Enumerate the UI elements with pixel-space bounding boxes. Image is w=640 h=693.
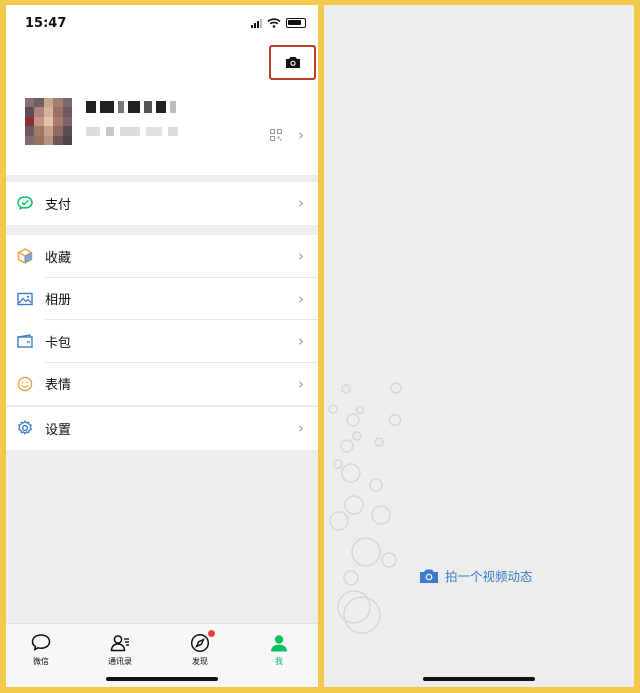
camera-button[interactable] xyxy=(269,45,316,80)
take-video-moment-label: 拍一个视频动态 xyxy=(445,569,533,584)
video-moment-screen: 拍一个视频动态 xyxy=(324,5,634,687)
tab-label: 微信 xyxy=(33,657,49,666)
menu-item-label: 表情 xyxy=(45,378,72,394)
menu-item-favorites[interactable]: 收藏 › xyxy=(6,235,318,278)
home-indicator xyxy=(106,677,218,681)
menu-group-settings: 设置 › xyxy=(6,407,318,450)
tab-label: 通讯录 xyxy=(108,657,132,666)
pay-icon xyxy=(17,196,33,211)
chevron-right-icon: › xyxy=(298,332,304,351)
menu-item-settings[interactable]: 设置 › xyxy=(6,407,318,450)
person-icon xyxy=(271,635,287,652)
profile-header[interactable]: › xyxy=(6,41,318,175)
chevron-right-icon: › xyxy=(298,126,304,144)
status-icons xyxy=(251,18,306,28)
tab-discover[interactable]: 发现 xyxy=(170,630,230,667)
menu-item-label: 支付 xyxy=(45,197,72,213)
status-bar: 15:47 xyxy=(6,5,318,41)
menu-item-pay[interactable]: 支付 › xyxy=(6,182,318,225)
image-icon xyxy=(17,292,33,305)
menu-item-label: 设置 xyxy=(45,422,72,438)
menu-item-label: 收藏 xyxy=(45,250,72,266)
chevron-right-icon: › xyxy=(298,247,304,266)
cube-icon xyxy=(17,248,33,265)
tab-chats[interactable]: 微信 xyxy=(11,632,71,667)
chat-bubble-icon xyxy=(31,634,51,651)
menu-group-pay: 支付 › xyxy=(6,182,318,225)
notification-dot xyxy=(208,630,215,637)
status-time: 15:47 xyxy=(25,16,67,31)
tab-label: 发现 xyxy=(192,657,208,666)
menu-item-cards[interactable]: 卡包 › xyxy=(6,320,318,363)
avatar[interactable] xyxy=(25,98,72,145)
me-screen: 15:47 › 支付 › 收藏 › 相册 › 卡包 › 表情 › 设置 › 微信… xyxy=(6,5,318,687)
home-indicator xyxy=(423,677,535,681)
camera-icon xyxy=(285,57,300,68)
menu-item-stickers[interactable]: 表情 › xyxy=(6,363,318,406)
chevron-right-icon: › xyxy=(298,419,304,438)
chevron-right-icon: › xyxy=(298,374,304,393)
compass-icon-wrap xyxy=(189,630,215,654)
gear-icon xyxy=(17,420,33,436)
tab-label: 我 xyxy=(275,657,283,666)
menu-group-main: 收藏 › 相册 › 卡包 › 表情 › xyxy=(6,235,318,405)
signal-icon xyxy=(251,18,262,28)
chevron-right-icon: › xyxy=(298,194,304,213)
wifi-icon xyxy=(267,18,281,28)
battery-icon xyxy=(286,18,306,28)
tab-contacts[interactable]: 通讯录 xyxy=(90,632,150,667)
menu-item-label: 卡包 xyxy=(45,335,72,351)
wechat-id-blurred xyxy=(86,127,178,136)
chevron-right-icon: › xyxy=(298,289,304,308)
tab-me[interactable]: 我 xyxy=(249,632,309,667)
qr-code-icon[interactable] xyxy=(270,129,282,141)
contacts-icon xyxy=(110,635,129,652)
take-video-moment-button[interactable]: 拍一个视频动态 xyxy=(419,566,533,585)
menu-item-label: 相册 xyxy=(45,293,72,309)
wallet-icon xyxy=(17,334,33,348)
smile-icon xyxy=(17,376,33,392)
menu-item-album[interactable]: 相册 › xyxy=(6,278,318,321)
nickname-blurred xyxy=(86,101,176,113)
camera-icon xyxy=(420,569,438,583)
tab-bar: 微信 通讯录 发现 我 xyxy=(6,623,318,687)
